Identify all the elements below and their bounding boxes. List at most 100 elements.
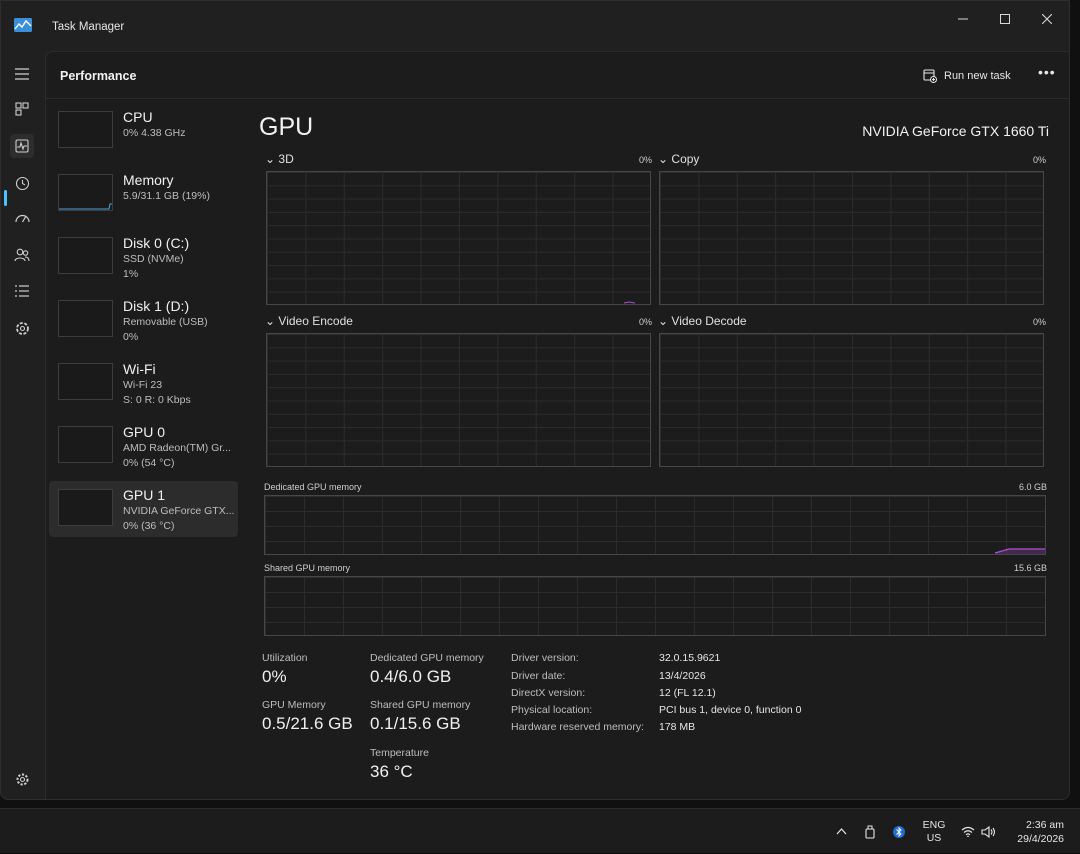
device-usage: 0% (36 °C) [123,520,175,532]
device-detail: Wi-Fi 23 [123,379,163,391]
device-item-memory[interactable]: Memory 5.9/31.1 GB (19%) [49,166,238,222]
graph-percent: 0% [639,317,653,327]
app-history-icon[interactable] [10,171,34,195]
graph-percent: 0% [1033,317,1047,327]
utilization-value: 0% [262,667,287,686]
content-area: Performance Run new task ••• CPU 0% 4.38… [45,51,1069,799]
device-thumbnail [58,426,113,463]
processes-icon[interactable] [10,97,34,121]
device-detail: 0% 4.38 GHz [123,127,186,139]
graph-label: Video Encode [278,314,353,328]
device-detail: SSD (NVMe) [123,253,184,265]
hamburger-menu-icon[interactable] [10,62,34,86]
graph-3d [266,171,651,305]
navigation-rail [1,51,45,799]
directx-version-value: 12 (FL 12.1) [659,687,716,699]
device-list: CPU 0% 4.38 GHz Memory 5.9/31.1 GB (19%)… [49,103,238,544]
page-header: Performance Run new task ••• [46,52,1069,99]
device-item-disk-1[interactable]: Disk 1 (D:) Removable (USB) 0% [49,292,238,348]
minimize-icon [958,18,968,20]
device-item-wifi[interactable]: Wi-Fi Wi-Fi 23 S: 0 R: 0 Kbps [49,355,238,411]
clock[interactable]: 2:36 am 29/4/2026 [1006,809,1078,854]
task-manager-window: Task Manager Performance Run new task ••… [0,0,1070,800]
device-name: GPU 0 [123,424,166,440]
dedicated-memory-graph-label: Dedicated GPU memory [264,482,362,492]
details-icon[interactable] [10,279,34,303]
services-icon[interactable] [10,316,34,340]
device-thumbnail [58,363,113,400]
performance-icon[interactable] [10,134,34,158]
temperature-label: Temperature [370,747,429,759]
device-name: Wi-Fi [123,361,156,377]
minimize-button[interactable] [943,7,983,31]
maximize-button[interactable] [985,7,1025,31]
graph-video-encode [266,333,651,467]
device-name: CPU [123,109,153,125]
gpu-memory-label: GPU Memory [262,699,326,711]
usb-drive-icon[interactable] [860,809,880,854]
device-detail: AMD Radeon(TM) Gr... [123,442,231,454]
network-volume-group[interactable] [956,809,1000,854]
dedicated-memory-label: Dedicated GPU memory [370,652,484,664]
graph-label: Video Decode [671,314,747,328]
dedicated-memory-value: 0.4/6.0 GB [370,667,452,686]
driver-date-value: 13/4/2026 [659,670,706,682]
shared-memory-label: Shared GPU memory [370,699,471,711]
shared-memory-graph-label: Shared GPU memory [264,563,351,573]
input-language-indicator[interactable]: ENG US [916,809,952,854]
shared-memory-value: 0.1/15.6 GB [370,714,461,733]
chevron-down-icon: ⌄ [658,314,669,328]
graph-selector-copy[interactable]: ⌄ Copy [658,152,699,166]
startup-apps-icon[interactable] [10,206,34,230]
physical-location-value: PCI bus 1, device 0, function 0 [659,704,802,716]
gpu-detail-panel: GPU NVIDIA GeForce GTX 1660 Ti ⌄ 3D 0% ⌄… [259,99,1069,799]
device-name: Disk 1 (D:) [123,298,190,314]
device-item-gpu-0[interactable]: GPU 0 AMD Radeon(TM) Gr... 0% (54 °C) [49,418,238,474]
active-nav-indicator [4,190,7,206]
shared-memory-max: 15.6 GB [1014,563,1048,573]
physical-location-label: Physical location: [511,704,593,716]
device-usage: 0% [123,331,139,343]
device-detail: 5.9/31.1 GB (19%) [123,190,210,202]
graph-percent: 0% [1033,155,1047,165]
gpu-model-name: NVIDIA GeForce GTX 1660 Ti [862,123,1049,139]
run-new-task-button[interactable]: Run new task [923,66,1011,86]
close-icon [1042,14,1052,24]
gpu-heading: GPU [259,113,314,141]
gpu-memory-value: 0.5/21.6 GB [262,714,353,733]
device-item-cpu[interactable]: CPU 0% 4.38 GHz [49,103,238,159]
title-bar[interactable]: Task Manager [1,1,1069,51]
chevron-down-icon: ⌄ [265,314,276,328]
device-name: Memory [123,172,174,188]
volume-icon [980,825,995,838]
more-options-icon[interactable]: ••• [1038,64,1056,80]
window-title: Task Manager [52,21,125,33]
graph-selector-video-encode[interactable]: ⌄ Video Encode [265,314,353,328]
clock-date: 29/4/2026 [1017,832,1064,845]
device-item-gpu-1[interactable]: GPU 1 NVIDIA GeForce GTX... 0% (36 °C) [49,481,238,537]
device-thumbnail [58,237,113,274]
bluetooth-icon[interactable] [889,809,909,854]
close-button[interactable] [1027,7,1067,31]
device-thumbnail [58,111,113,148]
language-code: ENG [922,818,946,831]
device-name: GPU 1 [123,487,166,503]
task-manager-app-icon [14,18,32,32]
users-icon[interactable] [10,243,34,267]
graph-selector-3d[interactable]: ⌄ 3D [265,152,294,166]
directx-version-label: DirectX version: [511,687,586,699]
hardware-reserved-memory-label: Hardware reserved memory: [511,721,645,733]
taskbar: ENG US 2:36 am 29/4/2026 [0,808,1080,853]
show-hidden-icons-chevron-up-icon[interactable] [830,809,852,854]
device-usage: 1% [123,268,139,280]
graph-selector-video-decode[interactable]: ⌄ Video Decode [658,314,747,328]
chevron-down-icon: ⌄ [658,152,669,166]
graph-copy [659,171,1044,305]
device-detail: NVIDIA GeForce GTX... [123,505,235,517]
graph-label: 3D [278,152,294,166]
device-item-disk-0[interactable]: Disk 0 (C:) SSD (NVMe) 1% [49,229,238,285]
device-usage: 0% (54 °C) [123,457,175,469]
dedicated-memory-graph [264,495,1046,555]
wifi-icon [961,826,974,837]
settings-gear-icon[interactable] [10,767,34,791]
